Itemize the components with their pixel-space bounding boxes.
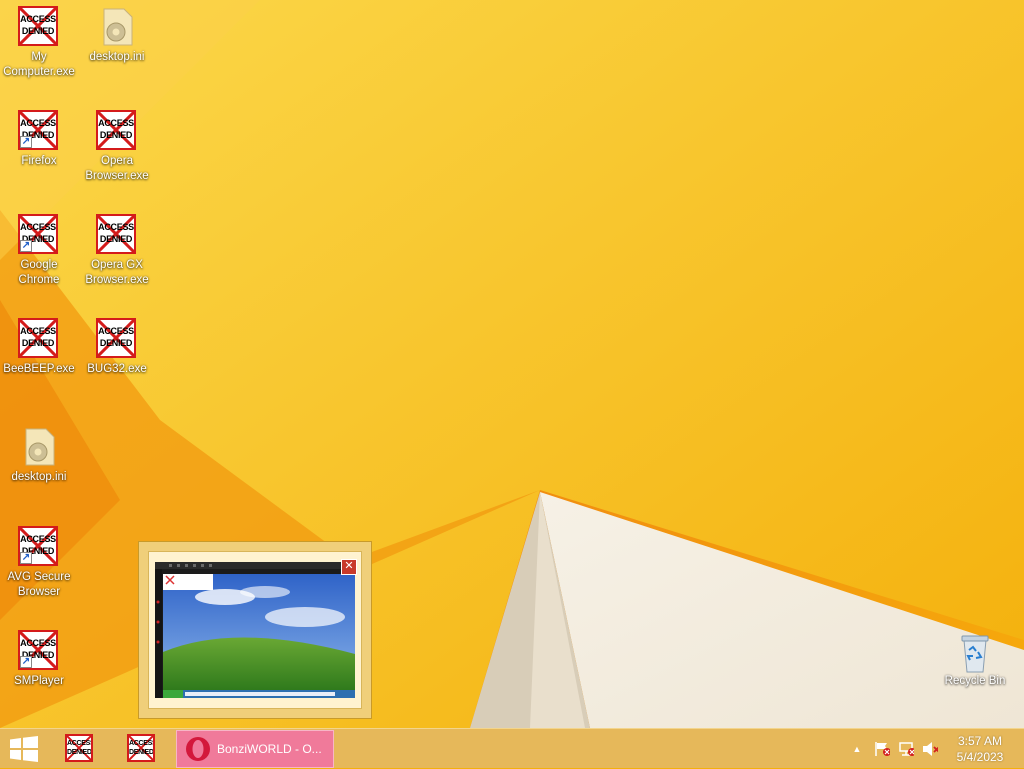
- icon-label: Opera GX Browser.exe: [85, 259, 149, 286]
- access-denied-icon: ACCESS DENIED ↗: [18, 526, 58, 566]
- recycle-bin-icon: [961, 635, 989, 673]
- icon-label: AVG Secure Browser: [7, 571, 71, 598]
- desktop-icon-firefox[interactable]: ACCESS DENIED ↗ Firefox: [0, 104, 78, 169]
- access-denied-text: ACCESS: [98, 222, 134, 232]
- taskbar-button-label: BonziWORLD - O...: [217, 742, 322, 756]
- access-denied-text: ACCESS: [20, 326, 56, 336]
- icon-label: desktop.ini: [89, 51, 145, 63]
- icon-label: Firefox: [21, 155, 57, 167]
- access-denied-text: DENIED: [21, 338, 55, 348]
- access-denied-text: ACCESS: [20, 222, 56, 232]
- access-denied-icon: ACCESS DENIED: [96, 214, 136, 254]
- desktop-icon-opera-gx[interactable]: ACCESS DENIED Opera GX Browser.exe: [78, 208, 156, 288]
- desktop-icon-my-computer[interactable]: ACCESS DENIED My Computer.exe: [0, 0, 78, 80]
- access-denied-text: DENIED: [99, 130, 133, 140]
- desktop-icon-desktop-ini[interactable]: desktop.ini: [78, 0, 156, 65]
- access-denied-icon: ACCESS DENIED: [127, 734, 155, 762]
- taskbar-pinned-app-2[interactable]: ACCESS DENIED: [126, 733, 156, 763]
- desktop-icon-google-chrome[interactable]: ACCESS DENIED ↗ Google Chrome: [0, 208, 78, 288]
- taskbar-button-bonziworld[interactable]: BonziWORLD - O...: [176, 730, 334, 768]
- windows-logo-icon: [10, 736, 38, 762]
- icon-label: desktop.ini: [11, 471, 67, 483]
- network-icon[interactable]: [898, 741, 914, 757]
- access-denied-icon: ACCESS DENIED ↗: [18, 110, 58, 150]
- desktop-icon-recycle-bin[interactable]: Recycle Bin: [936, 624, 1014, 689]
- shortcut-arrow-icon: ↗: [20, 552, 32, 564]
- access-denied-text: ACCESS: [98, 326, 134, 336]
- volume-muted-icon[interactable]: [922, 741, 938, 757]
- thumbnail-frame: ✕: [148, 551, 362, 709]
- access-denied-text: ACCESS: [20, 14, 56, 24]
- access-denied-text: ACCESS: [20, 534, 56, 544]
- desktop-icon-desktop-ini-2[interactable]: desktop.ini: [0, 420, 78, 485]
- access-denied-text: ACCESS: [20, 118, 56, 128]
- access-denied-text: DENIED: [99, 234, 133, 244]
- access-denied-icon: ACCESS DENIED: [65, 734, 93, 762]
- icon-label: Google Chrome: [18, 259, 60, 286]
- close-icon[interactable]: ✕: [341, 559, 357, 575]
- access-denied-text: DENIED: [99, 338, 133, 348]
- icon-label: BeeBEEP.exe: [3, 363, 75, 375]
- taskbar: ACCESS DENIED ACCESS DENIED BonziWORLD -…: [0, 728, 1024, 768]
- desktop-icon-bug32[interactable]: ACCESS DENIED BUG32.exe: [78, 312, 156, 377]
- access-denied-text: ACCESS: [20, 638, 56, 648]
- access-denied-icon: ACCESS DENIED: [96, 110, 136, 150]
- desktop-icon-beebeep[interactable]: ACCESS DENIED BeeBEEP.exe: [0, 312, 78, 377]
- clock-time: 3:57 AM: [957, 734, 1003, 748]
- show-hidden-icons-button[interactable]: ▲: [850, 741, 864, 757]
- desktop-icon-smplayer[interactable]: ACCESS DENIED ↗ SMPlayer: [0, 624, 78, 689]
- access-denied-icon: ACCESS DENIED ↗: [18, 630, 58, 670]
- access-denied-text: ACCESS: [129, 740, 155, 747]
- icon-label: Recycle Bin: [944, 675, 1006, 687]
- window-thumbnail[interactable]: ✕: [155, 559, 357, 698]
- access-denied-text: DENIED: [67, 749, 92, 756]
- settings-file-icon: [103, 8, 133, 46]
- action-center-flag-icon[interactable]: [874, 741, 890, 757]
- access-denied-icon: ACCESS DENIED: [96, 318, 136, 358]
- shortcut-arrow-icon: ↗: [20, 656, 32, 668]
- icon-label: BUG32.exe: [87, 363, 147, 375]
- clock[interactable]: 3:57 AM 5/4/2023: [950, 733, 1010, 765]
- desktop-icon-avg-secure-browser[interactable]: ACCESS DENIED ↗ AVG Secure Browser: [0, 520, 78, 600]
- access-denied-text: DENIED: [21, 26, 55, 36]
- taskbar-thumbnail-preview[interactable]: ✕: [138, 541, 372, 719]
- desktop[interactable]: ACCESS DENIED My Computer.exe desktop.in…: [0, 0, 1024, 728]
- clock-date: 5/4/2023: [956, 750, 1004, 764]
- access-denied-icon: ACCESS DENIED ↗: [18, 214, 58, 254]
- thumbnail-image: [155, 562, 355, 698]
- icon-label: My Computer.exe: [3, 51, 75, 78]
- start-button[interactable]: [0, 729, 48, 769]
- opera-icon: [186, 737, 210, 761]
- icon-label: Opera Browser.exe: [85, 155, 149, 182]
- access-denied-text: ACCESS: [67, 740, 93, 747]
- desktop-icon-opera-browser[interactable]: ACCESS DENIED Opera Browser.exe: [78, 104, 156, 184]
- shortcut-arrow-icon: ↗: [20, 240, 32, 252]
- shortcut-arrow-icon: ↗: [20, 136, 32, 148]
- icon-label: SMPlayer: [14, 675, 64, 687]
- access-denied-icon: ACCESS DENIED: [18, 318, 58, 358]
- settings-file-icon: [25, 428, 55, 466]
- taskbar-pinned-app-1[interactable]: ACCESS DENIED: [64, 733, 94, 763]
- access-denied-text: DENIED: [129, 749, 154, 756]
- access-denied-text: ACCESS: [98, 118, 134, 128]
- access-denied-icon: ACCESS DENIED: [18, 6, 58, 46]
